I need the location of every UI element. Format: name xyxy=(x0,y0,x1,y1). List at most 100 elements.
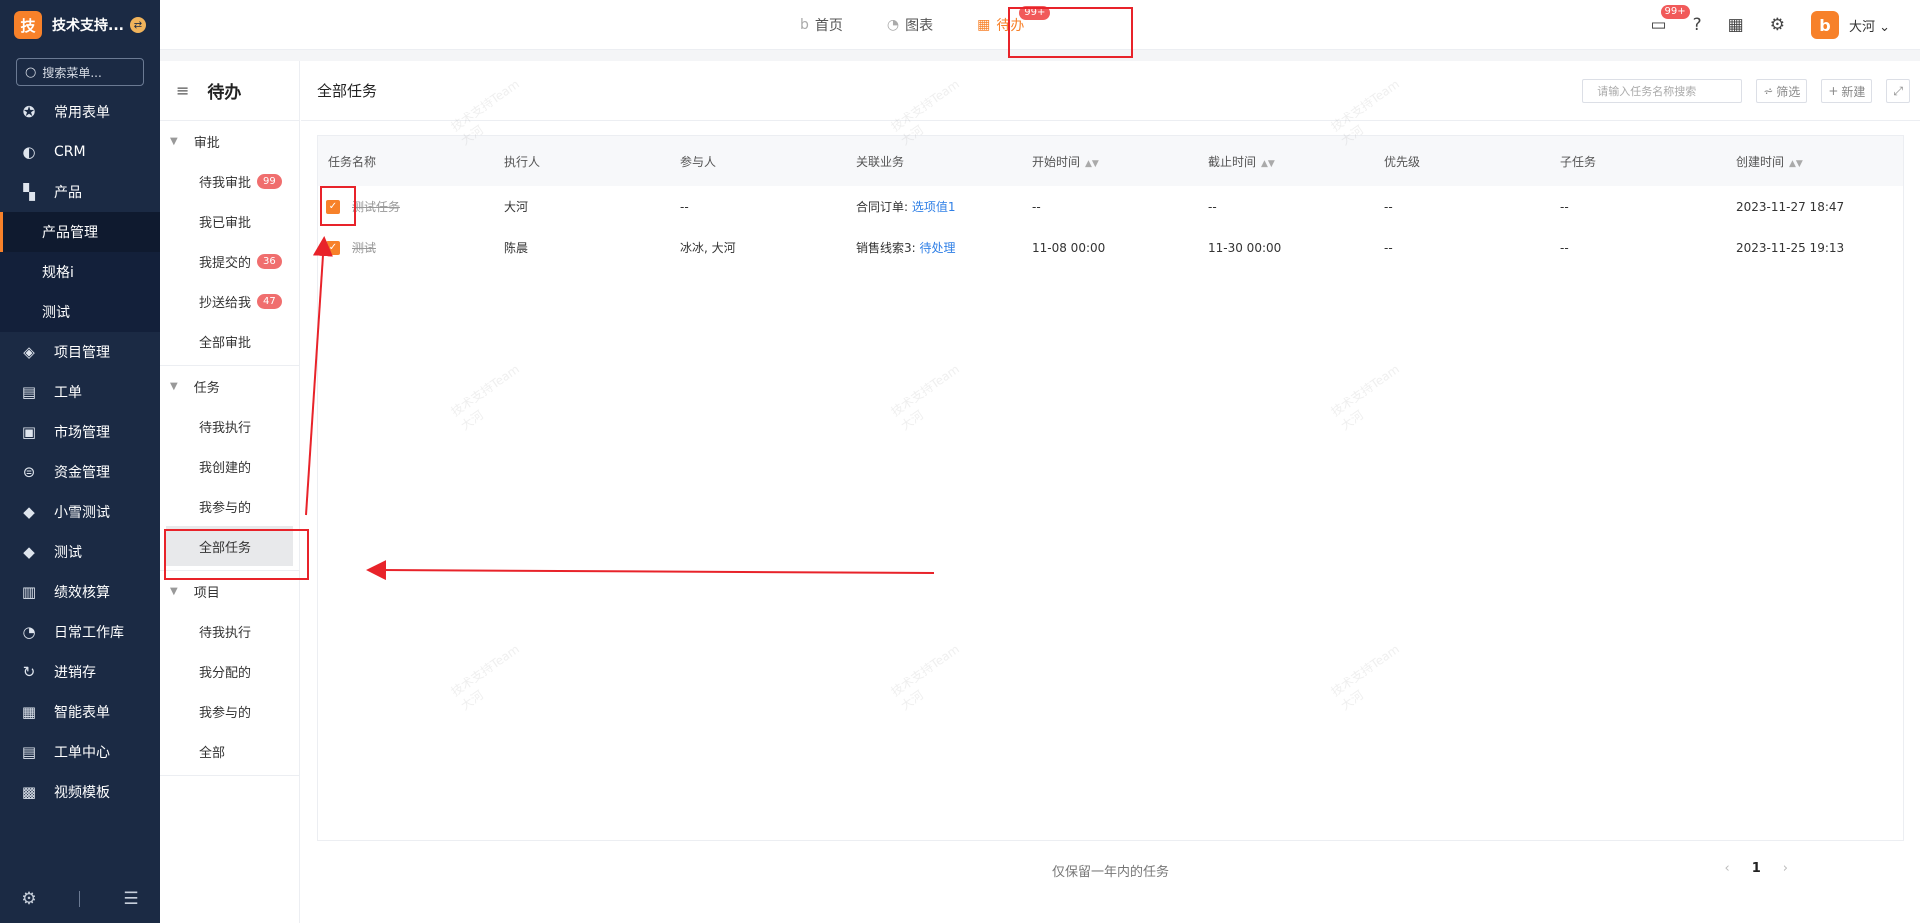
column-header-task-name[interactable]: 任务名称 xyxy=(318,153,494,170)
sidebar-item-label: 日常工作库 xyxy=(54,625,124,641)
fullscreen-button[interactable]: ⤢ xyxy=(1886,79,1910,103)
subnav-item-all-projects[interactable]: 全部 xyxy=(160,731,299,771)
biz-link[interactable]: 选项值1 xyxy=(912,200,956,214)
subnav-item-tasks-to-execute[interactable]: 待我执行 xyxy=(160,406,299,446)
prev-page-icon[interactable]: ‹ xyxy=(1725,861,1730,876)
sidebar-item-test[interactable]: ◆ 测试 xyxy=(0,532,160,572)
tab-home[interactable]: b 首页 xyxy=(800,15,843,35)
menu-search-input[interactable]: ○ 搜索菜单... xyxy=(16,58,144,86)
calendar-icon: ▦ xyxy=(977,17,991,33)
collapse-menu-icon[interactable]: ☰ xyxy=(123,889,138,909)
sidebar-item-project-management[interactable]: ◈ 项目管理 xyxy=(0,332,160,372)
expand-icon: ⤢ xyxy=(1893,83,1903,98)
sidebar-item-label: 小雪测试 xyxy=(54,505,110,521)
sidebar-item-smart-forms[interactable]: ▦ 智能表单 xyxy=(0,692,160,732)
video-icon: ▩ xyxy=(21,783,37,801)
subnav-item-projects-assigned[interactable]: 我分配的 xyxy=(160,651,299,691)
count-badge: 99 xyxy=(257,173,282,189)
annotation-box-checkbox xyxy=(320,186,356,226)
retention-note: 仅保留一年内的任务 xyxy=(1051,865,1169,880)
subnav-item-tasks-participated[interactable]: 我参与的 xyxy=(160,486,299,526)
column-header-created-time[interactable]: 创建时间 ▲▼ xyxy=(1726,153,1902,170)
sort-icon[interactable]: ▲▼ xyxy=(1789,159,1803,169)
column-header-executor[interactable]: 执行人 xyxy=(494,153,670,170)
sidebar-item-daily-work[interactable]: ◔ 日常工作库 xyxy=(0,612,160,652)
sidebar-item-video-template[interactable]: ▩ 视频模板 xyxy=(0,772,160,812)
sidebar-item-label: 智能表单 xyxy=(54,705,110,721)
priority-cell: -- xyxy=(1384,240,1393,255)
sidebar-item-product[interactable]: ▚ 产品 xyxy=(0,172,160,212)
column-header-start-time[interactable]: 开始时间 ▲▼ xyxy=(1022,153,1198,170)
subnav-item-pending-approval[interactable]: 待我审批 99 xyxy=(160,161,299,201)
related-business-cell: 销售线索3: 待处理 xyxy=(846,239,1022,256)
subnav-item-label: 我提交的 xyxy=(199,255,252,271)
group-projects: ▼ 项目 待我执行 我分配的 我参与的 全部 xyxy=(160,571,299,776)
new-task-button[interactable]: + 新建 xyxy=(1821,79,1873,103)
task-name[interactable]: 测试任务 xyxy=(352,198,400,215)
apps-grid-icon[interactable]: ▦ xyxy=(1728,15,1744,35)
sidebar-menu: ✪ 常用表单 ◐ CRM ▚ 产品 产品管理 规格i 测试 ◈ 项目管理 ▤ 工单 ▣ 市场… xyxy=(0,92,160,812)
group-title-approval[interactable]: ▼ 审批 xyxy=(160,121,299,161)
content-header: 全部任务 请输入任务名称搜索 ⩫ 筛选 + 新建 ⤢ xyxy=(301,61,1920,121)
subnav-item-projects-to-execute[interactable]: 待我执行 xyxy=(160,611,299,651)
sidebar-bottom-bar: ⚙ ☰ xyxy=(0,875,160,923)
subnav-item-tasks-created[interactable]: 我创建的 xyxy=(160,446,299,486)
settings-icon[interactable]: ⚙ xyxy=(21,889,36,909)
sidebar-item-work-order[interactable]: ▤ 工单 xyxy=(0,372,160,412)
settings-icon[interactable]: ⚙ xyxy=(1770,15,1785,35)
task-name[interactable]: 测试 xyxy=(352,239,376,256)
task-search-input[interactable]: 请输入任务名称搜索 xyxy=(1582,79,1743,103)
column-header-priority[interactable]: 优先级 xyxy=(1374,153,1550,170)
avatar[interactable]: b xyxy=(1810,11,1839,39)
sidebar-item-spec[interactable]: 规格i xyxy=(0,252,160,292)
task-name-cell: ✓ 测试 xyxy=(318,239,494,256)
next-page-icon[interactable]: › xyxy=(1783,861,1788,876)
sidebar-item-performance[interactable]: ▥ 绩效核算 xyxy=(0,572,160,612)
sidebar-item-crm[interactable]: ◐ CRM xyxy=(0,132,160,172)
sidebar-item-market[interactable]: ▣ 市场管理 xyxy=(0,412,160,452)
todo-subnav: ≡ 待办 ▼ 审批 待我审批 99 我已审批 我提交的 36 抄送给我 47 全部审批 … xyxy=(160,61,300,923)
sort-icon[interactable]: ▲▼ xyxy=(1261,159,1275,169)
sidebar-item-test-sub[interactable]: 测试 xyxy=(0,292,160,332)
search-icon: ○ xyxy=(25,64,37,80)
column-header-subtasks[interactable]: 子任务 xyxy=(1550,153,1726,170)
task-complete-checkbox[interactable]: ✓ xyxy=(326,240,340,255)
table-header: 任务名称 执行人 参与人 关联业务 开始时间 ▲▼ 截止时间 ▲▼ 优先级 子任务 … xyxy=(318,136,1903,186)
sort-icon[interactable]: ▲▼ xyxy=(1085,159,1099,169)
group-title-tasks[interactable]: ▼ 任务 xyxy=(160,366,299,406)
column-header-related-business[interactable]: 关联业务 xyxy=(846,153,1022,170)
chart-icon: ◔ xyxy=(886,17,900,33)
subnav-item-cc-me[interactable]: 抄送给我 47 xyxy=(160,281,299,321)
table-row[interactable]: ✓ 测试 陈晨 冰冰, 大河 销售线索3: 待处理 11-08 00:00 11-… xyxy=(318,227,1903,268)
menu-toggle-icon[interactable]: ≡ xyxy=(176,81,189,100)
sidebar-item-xiaoxue-test[interactable]: ◆ 小雪测试 xyxy=(0,492,160,532)
subnav-item-approved[interactable]: 我已审批 xyxy=(160,201,299,241)
biz-link[interactable]: 待处理 xyxy=(920,241,956,255)
column-header-deadline[interactable]: 截止时间 ▲▼ xyxy=(1198,153,1374,170)
layers-icon: ◈ xyxy=(23,343,35,361)
sidebar-item-product-management[interactable]: 产品管理 xyxy=(0,212,160,252)
brand[interactable]: 技 技术支持... ⇄ xyxy=(0,0,160,50)
user-name-text: 大河 xyxy=(1848,19,1875,35)
current-page[interactable]: 1 xyxy=(1752,861,1761,876)
message-icon[interactable]: ▭ 99+ xyxy=(1651,5,1690,35)
column-header-participants[interactable]: 参与人 xyxy=(670,153,846,170)
subnav-item-projects-participated[interactable]: 我参与的 xyxy=(160,691,299,731)
user-name[interactable]: 大河 ⌄ xyxy=(1849,16,1890,35)
help-icon[interactable]: ? xyxy=(1693,15,1702,35)
subnav-item-submitted[interactable]: 我提交的 36 xyxy=(160,241,299,281)
sidebar-item-inventory[interactable]: ↻ 进销存 xyxy=(0,652,160,692)
subnav-item-all-approvals[interactable]: 全部审批 xyxy=(160,321,299,361)
subnav-item-label: 全部 xyxy=(199,745,226,761)
filter-button[interactable]: ⩫ 筛选 xyxy=(1756,79,1808,103)
table-row[interactable]: ✓ 测试任务 大河 -- 合同订单: 选项值1 -- -- -- -- 2023-… xyxy=(318,186,1903,227)
tag-icon: ◆ xyxy=(23,503,35,521)
sidebar-item-work-order-center[interactable]: ▤ 工单中心 xyxy=(0,732,160,772)
biz-prefix: 合同订单: xyxy=(856,200,909,214)
sidebar-item-finance[interactable]: ⊜ 资金管理 xyxy=(0,452,160,492)
tab-charts[interactable]: ◔ 图表 xyxy=(887,15,933,35)
sidebar-item-common-forms[interactable]: ✪ 常用表单 xyxy=(0,92,160,132)
search-placeholder: 请输入任务名称搜索 xyxy=(1597,85,1697,98)
main-panel: ≡ 待办 ▼ 审批 待我审批 99 我已审批 我提交的 36 抄送给我 47 全部审批 … xyxy=(160,61,1920,923)
home-icon: b xyxy=(800,17,809,33)
